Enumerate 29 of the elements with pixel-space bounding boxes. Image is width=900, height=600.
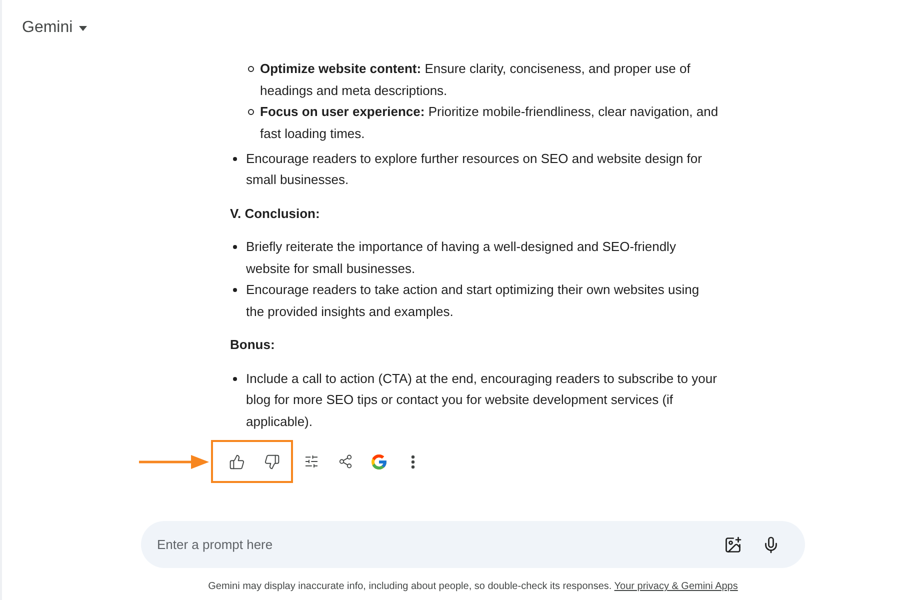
- privacy-link[interactable]: Your privacy & Gemini Apps: [614, 581, 738, 592]
- share-icon: [338, 454, 352, 469]
- microphone-icon: [762, 536, 780, 554]
- list-item-text: Include a call to action (CTA) at the end, encouraging readers to subscribe to your blog for more SEO tips or contact you for website development services (if applicable).: [246, 370, 718, 431]
- model-selector[interactable]: Gemini: [22, 19, 87, 37]
- bullet-dot-icon: [233, 376, 237, 380]
- list-item-text: Optimize website content: Ensure clarity, conciseness, and proper use of headings and meta descriptions.: [260, 60, 692, 100]
- list-item-text: Encourage readers to take action and start optimizing their own websites using the provided insights and examples.: [246, 281, 700, 321]
- bullet-dot-icon: [233, 245, 237, 249]
- g-logo-icon: [370, 452, 388, 470]
- thumbs-up-icon: [229, 454, 245, 470]
- pointer-arrow: [139, 454, 209, 470]
- section-heading: Bonus:: [230, 336, 276, 354]
- thumbs-down-icon: [264, 454, 280, 470]
- list-item-text: Focus on user experience: Prioritize mobile-friendliness, clear navigation, and fast loading times.: [260, 103, 719, 143]
- bullet-dot-icon: [233, 156, 237, 160]
- more-vertical-icon: [411, 454, 415, 468]
- bullet-dot-icon: [233, 288, 237, 292]
- disclaimer-text: Gemini may display inaccurate info, including about people, so double-check its responses. Your privacy & Gemini Apps: [208, 581, 738, 592]
- sliders-icon: [304, 454, 318, 469]
- section-heading: V. Conclusion:: [230, 204, 321, 222]
- list-item-text: Briefly reiterate the importance of having a well-designed and SEO-friendly website for small businesses.: [246, 238, 677, 278]
- prompt-bar[interactable]: Enter a prompt here: [141, 521, 805, 568]
- image-add-icon: [724, 536, 742, 554]
- bullet-ring-icon: [248, 109, 254, 115]
- list-item-text: Encourage readers to explore further resources on SEO and website design for small businesses.: [246, 150, 703, 189]
- caret-down-icon: [78, 26, 87, 30]
- bullet-ring-icon: [248, 66, 254, 72]
- prompt-input[interactable]: Enter a prompt here: [157, 532, 711, 556]
